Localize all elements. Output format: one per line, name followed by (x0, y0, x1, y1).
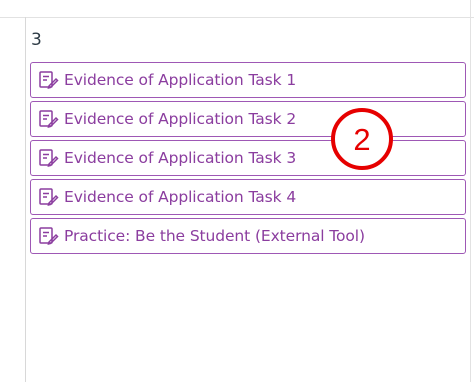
calendar-event-task-1[interactable]: Evidence of Application Task 1 (30, 62, 466, 98)
calendar-column-divider-right (470, 0, 471, 382)
event-label: Evidence of Application Task 2 (64, 110, 297, 128)
calendar-event-task-3[interactable]: Evidence of Application Task 3 (30, 140, 466, 176)
event-label: Practice: Be the Student (External Tool) (64, 227, 365, 245)
assignment-icon (37, 186, 59, 208)
calendar-event-task-2[interactable]: Evidence of Application Task 2 (30, 101, 466, 137)
calendar-column-divider-left (25, 17, 26, 382)
event-label: Evidence of Application Task 4 (64, 188, 297, 206)
event-label: Evidence of Application Task 3 (64, 149, 297, 167)
step-marker: 2 (331, 108, 393, 170)
assignment-icon (37, 147, 59, 169)
day-number[interactable]: 3 (31, 30, 42, 50)
event-label: Evidence of Application Task 1 (64, 71, 297, 89)
calendar-row-divider (0, 17, 474, 18)
assignment-icon (37, 69, 59, 91)
calendar-event-task-4[interactable]: Evidence of Application Task 4 (30, 179, 466, 215)
step-marker-number: 2 (353, 122, 371, 157)
calendar-event-practice[interactable]: Practice: Be the Student (External Tool) (30, 218, 466, 254)
assignment-icon (37, 225, 59, 247)
calendar-day-view: 3 Evidence of Application Task 1 Evidenc… (0, 0, 474, 382)
assignment-icon (37, 108, 59, 130)
event-list: Evidence of Application Task 1 Evidence … (30, 62, 466, 257)
